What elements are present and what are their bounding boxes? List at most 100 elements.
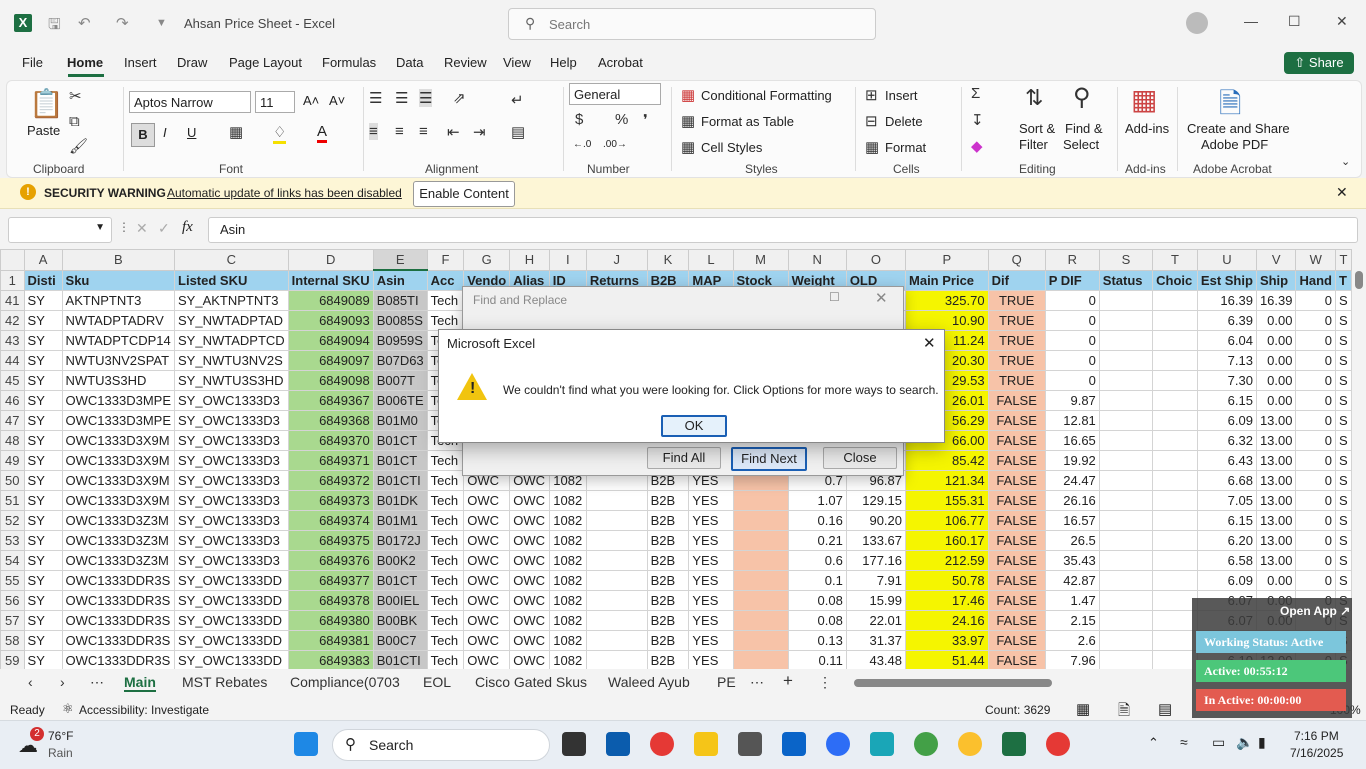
italic-button[interactable]: I bbox=[163, 125, 167, 140]
table-cell[interactable]: Dif bbox=[987, 269, 1046, 291]
table-cell[interactable]: 0 bbox=[1044, 370, 1100, 391]
open-app-link[interactable]: Open App ↗ bbox=[1280, 604, 1350, 618]
close-message-icon[interactable]: ✕ bbox=[923, 334, 936, 352]
vertical-scrollbar[interactable] bbox=[1352, 249, 1366, 669]
row-header[interactable]: 48 bbox=[0, 430, 25, 451]
column-header[interactable]: I bbox=[548, 249, 587, 271]
clear-icon[interactable]: ◆ bbox=[971, 137, 983, 155]
table-cell[interactable]: 0.00 bbox=[1255, 330, 1297, 351]
table-cell[interactable]: Tech bbox=[426, 470, 465, 491]
table-cell[interactable]: 13.00 bbox=[1255, 430, 1297, 451]
table-cell[interactable]: OWC bbox=[463, 650, 511, 669]
table-cell[interactable]: SY bbox=[23, 490, 63, 511]
table-cell[interactable]: 121.34 bbox=[905, 470, 989, 491]
table-cell[interactable]: Tech bbox=[426, 450, 465, 471]
table-cell[interactable]: OWC bbox=[463, 630, 511, 651]
table-cell[interactable]: SY_NWTU3S3HD bbox=[174, 370, 289, 391]
table-cell[interactable]: B0959S bbox=[372, 330, 428, 351]
table-cell[interactable]: 6849383 bbox=[287, 650, 374, 669]
table-cell[interactable] bbox=[1152, 390, 1198, 411]
table-cell[interactable]: 6.58 bbox=[1196, 550, 1257, 571]
table-cell[interactable]: SY_OWC1333DD bbox=[174, 590, 289, 611]
table-cell[interactable] bbox=[1152, 530, 1198, 551]
table-cell[interactable]: 1082 bbox=[548, 510, 587, 531]
chevron-up-icon[interactable]: ⌃ bbox=[1148, 735, 1159, 751]
table-cell[interactable]: B01M1 bbox=[372, 510, 428, 531]
chrome-profile-3-icon[interactable] bbox=[1046, 732, 1070, 756]
tab-scroll-left-icon[interactable]: ‹ bbox=[28, 674, 33, 690]
currency-icon[interactable]: $ bbox=[575, 111, 583, 128]
table-cell[interactable]: 16.39 bbox=[1196, 290, 1257, 311]
table-cell[interactable]: Tech bbox=[426, 510, 465, 531]
table-cell[interactable]: OWC1333DDR3S bbox=[61, 630, 176, 651]
table-cell[interactable]: S bbox=[1334, 410, 1352, 431]
find-select-button[interactable]: Find & bbox=[1065, 121, 1103, 136]
column-header[interactable]: P bbox=[905, 249, 989, 271]
table-cell[interactable]: OWC bbox=[463, 570, 511, 591]
table-cell[interactable]: SY bbox=[23, 610, 63, 631]
table-cell[interactable]: 6849381 bbox=[287, 630, 374, 651]
table-cell[interactable]: SY_OWC1333D3 bbox=[174, 530, 289, 551]
table-cell[interactable]: AKTNPTNT3 bbox=[61, 290, 176, 311]
cancel-icon[interactable]: ✕ bbox=[136, 220, 148, 237]
table-cell[interactable]: 6849377 bbox=[287, 570, 374, 591]
table-cell[interactable]: B01M0 bbox=[372, 410, 428, 431]
table-cell[interactable] bbox=[1152, 470, 1198, 491]
column-header[interactable]: C bbox=[174, 249, 289, 271]
percent-icon[interactable]: % bbox=[615, 111, 628, 128]
table-cell[interactable]: P DIF bbox=[1044, 269, 1100, 291]
copy-icon[interactable]: ⧉ bbox=[69, 113, 80, 130]
table-cell[interactable] bbox=[1152, 410, 1198, 431]
column-header[interactable]: V bbox=[1255, 249, 1297, 271]
table-cell[interactable]: SY bbox=[23, 330, 63, 351]
table-cell[interactable] bbox=[732, 610, 789, 631]
table-cell[interactable]: B00C7 bbox=[372, 630, 428, 651]
table-cell[interactable]: 6849375 bbox=[287, 530, 374, 551]
table-cell[interactable]: Main Price bbox=[905, 269, 989, 291]
table-cell[interactable]: Tech bbox=[426, 290, 465, 311]
table-cell[interactable] bbox=[1152, 550, 1198, 571]
table-cell[interactable]: FALSE bbox=[987, 550, 1046, 571]
table-cell[interactable]: 26.16 bbox=[1044, 490, 1100, 511]
table-cell[interactable]: SY bbox=[23, 650, 63, 669]
table-cell[interactable] bbox=[585, 590, 648, 611]
insert-cells-button[interactable]: Insert bbox=[885, 88, 918, 103]
table-cell[interactable]: OWC1333D3X9M bbox=[61, 430, 176, 451]
table-cell[interactable]: SY bbox=[23, 550, 63, 571]
table-cell[interactable]: 6849376 bbox=[287, 550, 374, 571]
table-cell[interactable]: 42.87 bbox=[1044, 570, 1100, 591]
table-cell[interactable]: Hand bbox=[1295, 269, 1336, 291]
table-cell[interactable]: OWC bbox=[509, 610, 550, 631]
display-icon[interactable]: ▭ bbox=[1212, 734, 1225, 751]
start-icon[interactable] bbox=[294, 732, 318, 756]
table-cell[interactable] bbox=[585, 490, 648, 511]
row-header[interactable]: 42 bbox=[0, 310, 25, 331]
table-cell[interactable]: S bbox=[1334, 350, 1352, 371]
tab-review[interactable]: Review bbox=[444, 55, 487, 70]
table-cell[interactable] bbox=[1098, 590, 1154, 611]
table-cell[interactable]: B00IEL bbox=[372, 590, 428, 611]
table-cell[interactable]: OWC1333D3Z3M bbox=[61, 550, 176, 571]
table-cell[interactable]: Listed SKU bbox=[174, 269, 289, 291]
table-cell[interactable]: FALSE bbox=[987, 510, 1046, 531]
table-cell[interactable]: OWC bbox=[509, 490, 550, 511]
row-header[interactable]: 49 bbox=[0, 450, 25, 471]
sort-filter-button[interactable]: Sort & bbox=[1019, 121, 1055, 136]
table-cell[interactable] bbox=[1098, 330, 1154, 351]
decrease-decimal-icon[interactable]: .00→ bbox=[603, 139, 627, 150]
table-cell[interactable]: 31.37 bbox=[845, 630, 907, 651]
table-cell[interactable]: Tech bbox=[426, 590, 465, 611]
table-cell[interactable]: OWC bbox=[509, 570, 550, 591]
row-header[interactable]: 57 bbox=[0, 610, 25, 631]
table-cell[interactable]: S bbox=[1334, 490, 1352, 511]
table-cell[interactable]: FALSE bbox=[987, 590, 1046, 611]
table-cell[interactable]: 0 bbox=[1295, 450, 1336, 471]
number-format-select[interactable]: General bbox=[569, 83, 661, 105]
table-cell[interactable]: YES bbox=[688, 530, 734, 551]
table-cell[interactable]: 0.08 bbox=[787, 610, 847, 631]
table-cell[interactable]: SY bbox=[23, 410, 63, 431]
table-cell[interactable]: T bbox=[1334, 269, 1352, 291]
table-cell[interactable] bbox=[1152, 310, 1198, 331]
table-cell[interactable]: OWC1333DDR3S bbox=[61, 570, 176, 591]
table-cell[interactable]: OWC bbox=[509, 530, 550, 551]
